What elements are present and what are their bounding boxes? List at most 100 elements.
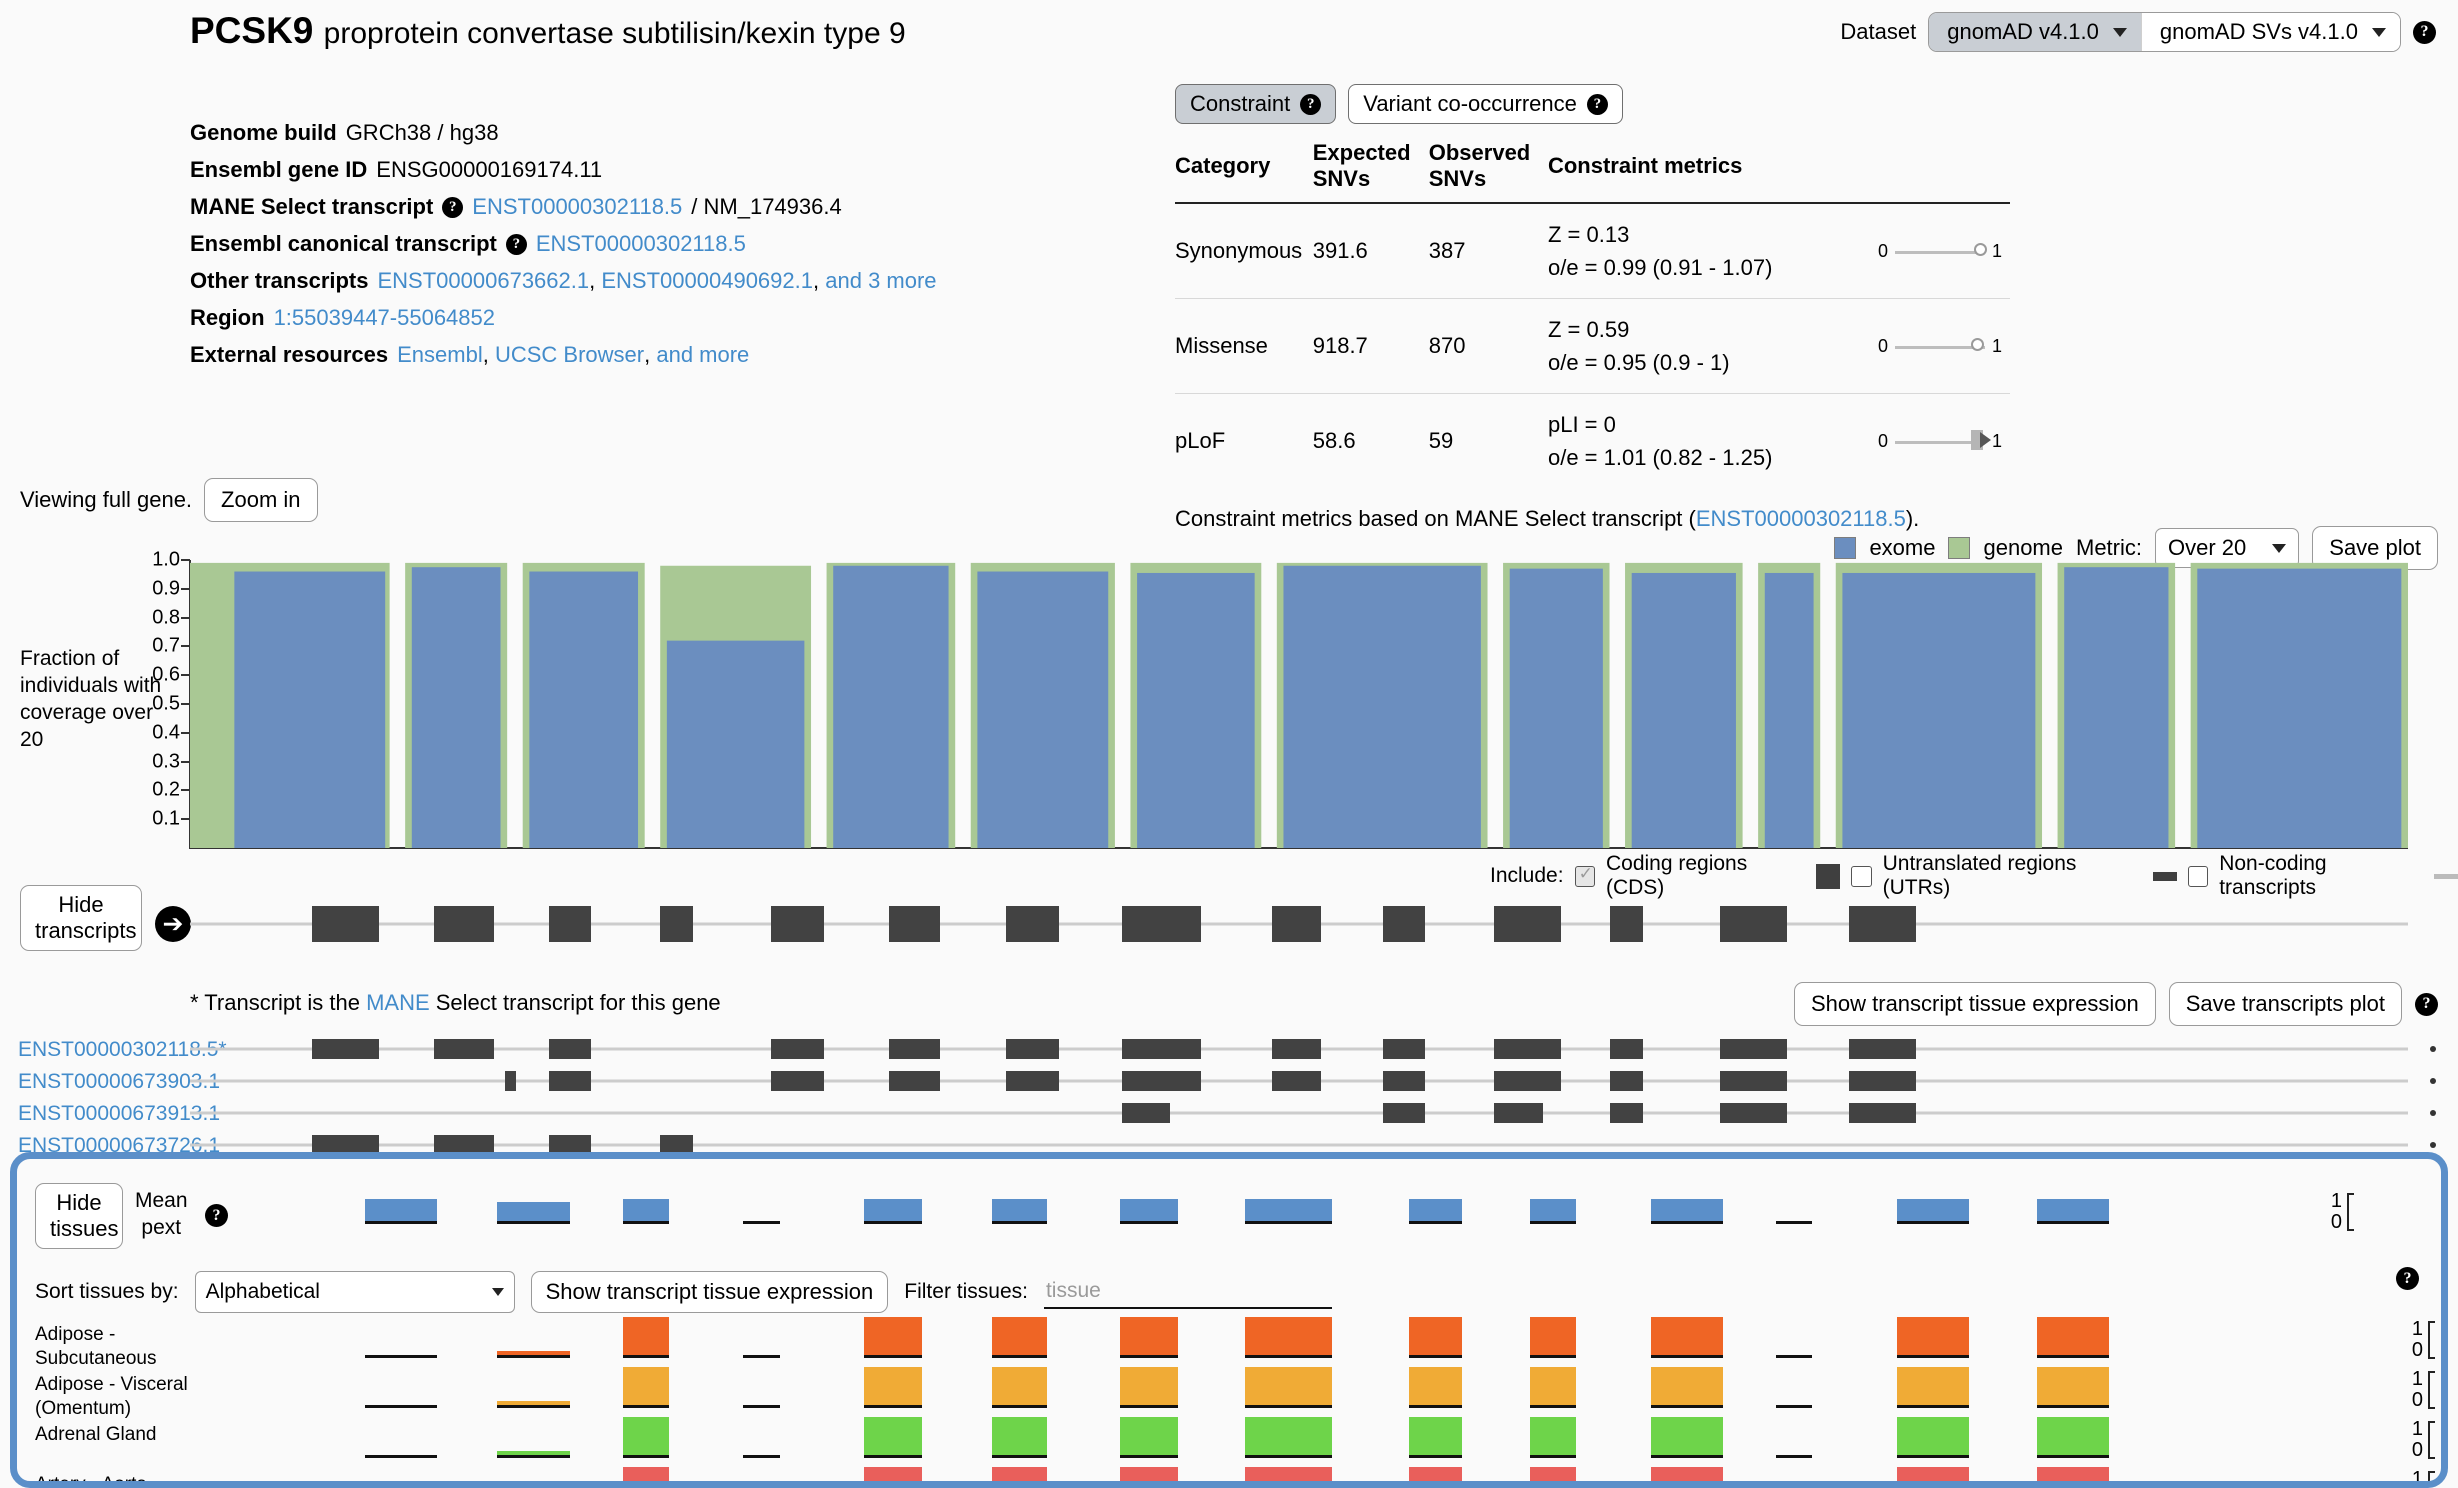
mean-pext-bar[interactable] [1897,1199,1969,1221]
tissue-expression-bar[interactable] [1245,1317,1332,1355]
exon-block[interactable] [771,1071,824,1091]
transcript-track[interactable] [190,1068,2408,1094]
exon-block[interactable] [1720,906,1787,942]
mean-pext-bar[interactable] [1651,1199,1723,1221]
exon-block[interactable] [1610,1071,1643,1091]
tissue-expression-bar[interactable] [1651,1417,1723,1455]
tissue-expression-bar[interactable] [1897,1467,1969,1488]
tissue-expression-bar[interactable] [1245,1417,1332,1455]
noncoding-checkbox[interactable] [2188,866,2208,887]
tissue-expression-bar[interactable] [1530,1417,1576,1455]
tissue-expression-bar[interactable] [1409,1417,1462,1455]
dataset-secondary-dropdown[interactable]: gnomAD SVs v4.1.0 [2141,13,2400,51]
exon-block[interactable] [1272,1071,1321,1091]
other-transcript-link-1[interactable]: ENST00000673662.1 [378,263,590,299]
tab-constraint[interactable]: Constraint ? [1175,84,1336,124]
sort-tissues-select[interactable]: Alphabetical [195,1271,515,1313]
mean-pext-bar[interactable] [1120,1199,1178,1221]
exon-block[interactable] [434,1039,494,1059]
tissue-expression-bar[interactable] [1409,1367,1462,1405]
tissue-expression-bar[interactable] [1120,1317,1178,1355]
utr-checkbox[interactable] [1851,866,1871,887]
exon-block[interactable] [1494,906,1561,942]
mean-pext-bar[interactable] [2037,1199,2109,1221]
exon-block[interactable] [1006,906,1059,942]
transcript-track[interactable] [190,1100,2408,1126]
mane-transcript-link[interactable]: ENST00000302118.5 [472,189,682,225]
mean-pext-track[interactable]: 10 [232,1177,2162,1227]
exon-block[interactable] [1272,906,1321,942]
tissue-expression-bar[interactable] [864,1417,922,1455]
tissue-expression-bar[interactable] [1245,1367,1332,1405]
canonical-transcript-link[interactable]: ENST00000302118.5 [536,226,746,262]
tissue-expression-bar[interactable] [1409,1317,1462,1355]
canonical-help-icon[interactable]: ? [506,234,527,255]
hide-tissues-button[interactable]: Hide tissues [35,1183,123,1249]
show-transcript-tissue-expression-button[interactable]: Show transcript tissue expression [1794,982,2156,1026]
exon-block[interactable] [505,1071,516,1091]
mean-pext-bar[interactable] [365,1199,437,1221]
tissue-expression-bar[interactable] [2037,1317,2109,1355]
exon-block[interactable] [1122,1103,1171,1123]
exon-block[interactable] [1610,1039,1643,1059]
exon-block[interactable] [660,906,693,942]
tissue-expression-bar[interactable] [1530,1367,1576,1405]
tissue-expression-bar[interactable] [992,1367,1047,1405]
exon-block[interactable] [312,1039,379,1059]
filter-tissues-input[interactable] [1044,1275,1332,1309]
tab-variant-cooccurrence[interactable]: Variant co-occurrence ? [1348,84,1623,124]
exon-block[interactable] [1849,906,1916,942]
exon-block[interactable] [434,906,494,942]
mean-pext-bar[interactable] [992,1199,1047,1221]
mean-pext-bar[interactable] [1530,1199,1576,1221]
tissue-expression-bar[interactable] [864,1367,922,1405]
exon-block[interactable] [549,906,591,942]
exon-block[interactable] [1610,906,1643,942]
tissue-expression-bar[interactable] [623,1417,669,1455]
mean-pext-bar[interactable] [864,1199,922,1221]
tissue-expression-bar[interactable] [1651,1317,1723,1355]
exon-block[interactable] [771,1039,824,1059]
tissue-expression-bar[interactable] [623,1467,669,1488]
exon-block[interactable] [1006,1071,1059,1091]
tissue-expression-bar[interactable] [1245,1467,1332,1488]
tissue-expression-bar[interactable] [2037,1417,2109,1455]
exon-block[interactable] [1383,906,1425,942]
tissue-expression-bar[interactable] [623,1317,669,1355]
exon-block[interactable] [1849,1103,1916,1123]
exon-block[interactable] [1720,1071,1787,1091]
region-link[interactable]: 1:55039447-55064852 [274,300,495,336]
tissue-expression-bar[interactable] [1120,1467,1178,1488]
exon-block[interactable] [1849,1071,1916,1091]
hide-transcripts-button[interactable]: Hide transcripts [20,885,142,951]
external-link-ensembl[interactable]: Ensembl [397,337,483,373]
coverage-plot[interactable] [190,560,2408,848]
tissue-expression-bar[interactable] [1897,1417,1969,1455]
exon-block[interactable] [312,906,379,942]
exon-block[interactable] [549,1039,591,1059]
mean-pext-bar[interactable] [623,1199,669,1221]
exon-block[interactable] [889,1039,940,1059]
exon-block[interactable] [1383,1039,1425,1059]
tissue-expression-bar[interactable] [1651,1367,1723,1405]
cds-checkbox[interactable] [1575,866,1595,887]
constraint-help-icon[interactable]: ? [1300,94,1321,115]
mane-help-icon[interactable]: ? [442,197,463,218]
exon-block[interactable] [1849,1039,1916,1059]
dataset-primary-dropdown[interactable]: gnomAD v4.1.0 [1929,13,2141,51]
tissue-table-help-icon[interactable]: ? [2396,1267,2419,1290]
other-transcript-link-2[interactable]: ENST00000490692.1 [601,263,813,299]
gene-exon-track[interactable] [190,900,2408,948]
transcript-track[interactable] [190,1036,2408,1062]
zoom-in-button[interactable]: Zoom in [204,478,317,522]
other-transcripts-more-link[interactable]: and 3 more [825,263,936,299]
tissue-expression-bar[interactable] [1530,1467,1576,1488]
exon-block[interactable] [1122,1039,1202,1059]
tissue-expression-bar[interactable] [1409,1467,1462,1488]
exon-block[interactable] [1383,1071,1425,1091]
tissue-expression-bar[interactable] [623,1367,669,1405]
tissue-expression-bar[interactable] [2037,1467,2109,1488]
mean-pext-bar[interactable] [1409,1199,1462,1221]
exon-block[interactable] [1720,1039,1787,1059]
tissue-expression-bar[interactable] [1120,1417,1178,1455]
